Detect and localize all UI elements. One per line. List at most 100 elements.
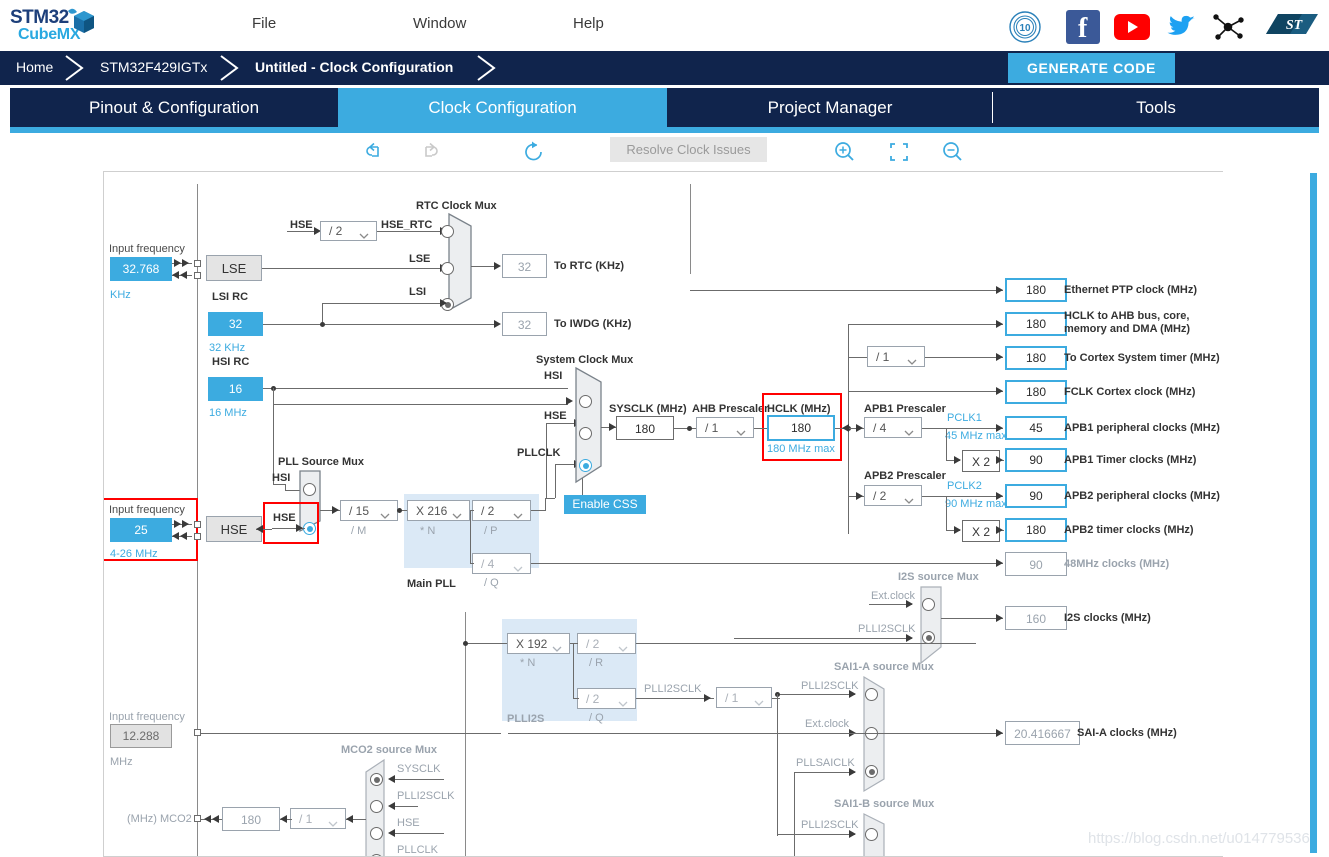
i2s-input-frequency-field[interactable]: 12.288	[110, 724, 172, 748]
wire	[392, 806, 418, 807]
anniversary-10-years-icon[interactable]: 10	[1008, 10, 1042, 44]
generate-code-button[interactable]: GENERATE CODE	[1008, 53, 1175, 83]
arrow-icon	[172, 532, 179, 540]
pll-m-divider-combo[interactable]: / 15	[340, 500, 398, 521]
clock-tree-canvas[interactable]: Input frequency 32.768 KHz LSE LSE HSE /…	[103, 171, 1223, 857]
sysmux-option-hse[interactable]	[579, 427, 592, 440]
to-rtc-label: To RTC (KHz)	[554, 260, 625, 272]
menu-file[interactable]: File	[252, 15, 276, 32]
facebook-icon[interactable]: f	[1066, 10, 1100, 44]
i2s-clocks-value[interactable]: 160	[1005, 606, 1067, 630]
output-value-apb1-timer[interactable]: 90	[1005, 448, 1067, 472]
mco2-option-sysclk[interactable]	[370, 773, 383, 786]
apb1-prescaler-combo[interactable]: / 4	[864, 417, 922, 438]
zoom-out-icon[interactable]	[940, 139, 966, 165]
i2s-source-mux[interactable]	[919, 585, 945, 665]
sai-a-clocks-value[interactable]: 20.416667	[1005, 721, 1080, 745]
tab-pinout-configuration[interactable]: Pinout & Configuration	[10, 88, 338, 127]
arrow-icon	[440, 299, 447, 307]
community-network-icon[interactable]	[1210, 10, 1246, 44]
sai1b-option-plli2sclk[interactable]	[865, 828, 878, 841]
apb2-prescaler-combo[interactable]: / 2	[864, 485, 922, 506]
zoom-in-icon[interactable]	[832, 139, 858, 165]
to-rtc-value[interactable]: 32	[502, 254, 547, 278]
sai1a-option-plli2sclk[interactable]	[865, 688, 878, 701]
fit-to-screen-icon[interactable]	[886, 139, 912, 165]
lse-oscillator-box[interactable]: LSE	[206, 255, 262, 281]
hse-rtc-divider-combo[interactable]: / 2	[320, 221, 377, 241]
hse-port	[194, 533, 201, 540]
cortex-prescaler-value: / 1	[876, 349, 890, 364]
sai1a-option-pllsaiclk[interactable]	[865, 765, 878, 778]
output-value-apb2-timer[interactable]: 180	[1005, 518, 1067, 542]
redo-icon[interactable]	[416, 139, 442, 165]
cortex-system-timer-prescaler-combo[interactable]: / 1	[867, 346, 925, 367]
wire	[772, 698, 780, 699]
mco2-divider-combo[interactable]: / 1	[290, 808, 346, 829]
plli2s-n-combo[interactable]: X 192	[507, 633, 570, 654]
ahb-prescaler-combo[interactable]: / 1	[696, 417, 754, 438]
menu-window[interactable]: Window	[413, 15, 466, 32]
hclk-value[interactable]: 180	[767, 415, 835, 441]
pll-q-divider-combo[interactable]: / 4	[472, 553, 531, 574]
rtc-mux-top-line	[690, 184, 691, 274]
lsi-value-field[interactable]: 32	[208, 312, 263, 336]
arrow-icon	[182, 259, 189, 267]
hsi-value-field[interactable]: 16	[208, 377, 263, 401]
lse-input-frequency-field[interactable]: 32.768	[110, 257, 172, 281]
mco2-option-plli2sclk[interactable]	[370, 800, 383, 813]
vertical-scrollbar-thumb[interactable]	[1310, 173, 1317, 853]
to-iwdg-value[interactable]: 32	[502, 312, 547, 336]
output-value-cortex-timer[interactable]: 180	[1005, 346, 1067, 370]
output-value-fclk[interactable]: 180	[1005, 380, 1067, 404]
pclk1-max-label: 45 MHz max	[945, 430, 1007, 442]
resolve-clock-issues-button[interactable]: Resolve Clock Issues	[610, 137, 767, 162]
pll-mux-option-hsi[interactable]	[303, 483, 316, 496]
i2s-mux-option-ext-clock[interactable]	[922, 598, 935, 611]
arrow-icon	[849, 690, 856, 698]
plli2s-r-combo[interactable]: / 2	[577, 633, 636, 654]
hse-oscillator-box[interactable]: HSE	[206, 516, 262, 542]
tab-clock-configuration[interactable]: Clock Configuration	[338, 88, 667, 127]
tab-tools[interactable]: Tools	[993, 88, 1319, 127]
st-logo-icon[interactable]: ST	[1262, 8, 1322, 44]
plli2s-q-combo[interactable]: / 2	[577, 688, 636, 709]
breadcrumb-item-home[interactable]: Home	[16, 59, 53, 75]
sai-a-clocks-label: SAI-A clocks (MHz)	[1077, 727, 1177, 739]
i2s-input-frequency-label: Input frequency	[109, 711, 185, 723]
rtc-mux-option-lse[interactable]	[441, 262, 454, 275]
wire	[573, 643, 574, 698]
twitter-icon[interactable]	[1162, 10, 1198, 44]
enable-css-button[interactable]: Enable CSS	[564, 495, 646, 514]
junction-dot	[320, 322, 325, 327]
sysclk-value[interactable]: 180	[616, 416, 674, 440]
tab-project-manager[interactable]: Project Manager	[667, 88, 993, 127]
wire	[555, 464, 556, 498]
menu-help[interactable]: Help	[573, 15, 604, 32]
pll-mux-input-hsi-label: HSI	[272, 472, 291, 484]
rtc-mux-option-hse-rtc[interactable]	[441, 225, 454, 238]
pll-p-divider-combo[interactable]: / 2	[472, 500, 531, 521]
output-value-ethernet-ptp[interactable]: 180	[1005, 278, 1067, 302]
rtc-mux-input-lsi-label: LSI	[409, 286, 427, 298]
output-value-apb2-peripheral[interactable]: 90	[1005, 484, 1067, 508]
undo-icon[interactable]	[362, 139, 388, 165]
sysmux-option-hsi[interactable]	[579, 395, 592, 408]
wire	[570, 643, 578, 644]
output-value-48mhz[interactable]: 90	[1005, 552, 1067, 576]
breadcrumb-item-current[interactable]: Untitled - Clock Configuration	[255, 59, 453, 75]
breadcrumb-item-device[interactable]: STM32F429IGTx	[100, 59, 207, 75]
output-value-hclk-ahb[interactable]: 180	[1005, 312, 1067, 336]
hse-input-frequency-field[interactable]: 25	[110, 518, 172, 542]
output-value-apb1-peripheral[interactable]: 45	[1005, 416, 1067, 440]
wire	[392, 833, 444, 834]
mco2-port	[194, 815, 201, 822]
reset-icon[interactable]	[521, 139, 547, 165]
arrow-icon	[996, 729, 1003, 737]
mco2-value[interactable]: 180	[222, 807, 280, 831]
mco2-option-hse[interactable]	[370, 827, 383, 840]
plli2s-output-divider-combo[interactable]: / 1	[716, 687, 772, 708]
pll-n-multiplier-combo[interactable]: X 216	[407, 500, 470, 521]
sysmux-option-pllclk[interactable]	[579, 459, 592, 472]
youtube-icon[interactable]	[1114, 14, 1150, 40]
